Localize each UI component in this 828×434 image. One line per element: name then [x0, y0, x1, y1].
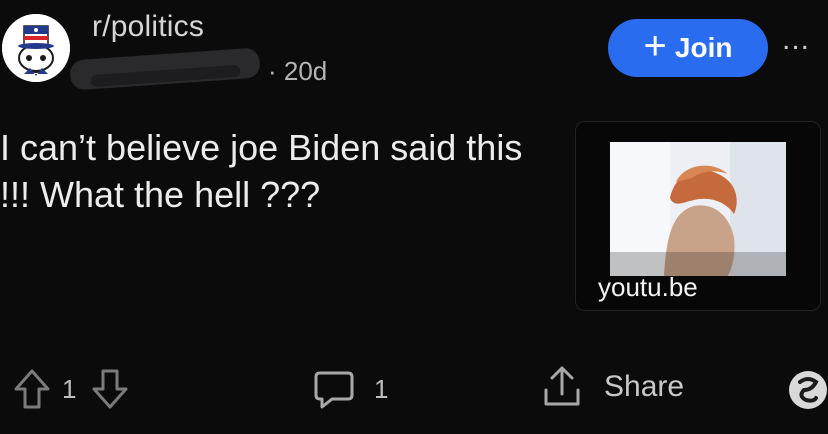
subreddit-avatar[interactable]: [2, 14, 70, 82]
video-thumbnail: [610, 142, 786, 276]
uncle-sam-snoo-icon: [2, 14, 70, 82]
share-label: Share: [604, 370, 685, 403]
post-header: r/politics · 20d + Join ...: [0, 0, 828, 100]
link-preview-card[interactable]: youtu.be: [575, 121, 821, 311]
action-bar: 1 1 Share: [0, 350, 828, 430]
downvote-icon[interactable]: [90, 367, 130, 411]
comment-count: 1: [374, 373, 389, 404]
join-button[interactable]: + Join: [608, 19, 768, 77]
link-domain: youtu.be: [598, 272, 698, 302]
post-title[interactable]: I can’t believe joe Biden said this !!! …: [0, 124, 560, 218]
award-icon[interactable]: [784, 364, 828, 414]
share-icon: [544, 366, 580, 406]
subreddit-name[interactable]: r/politics: [92, 10, 204, 44]
post-age: · 20d: [268, 56, 328, 86]
post-meta: · 20d: [69, 47, 330, 91]
join-label: Join: [674, 32, 733, 63]
comment-button[interactable]: 1: [312, 364, 388, 414]
comment-icon: [314, 371, 354, 409]
author-name-redacted: [69, 47, 261, 91]
vote-count: 1: [62, 373, 77, 404]
more-options-button[interactable]: ...: [782, 25, 822, 60]
vote-group: 1: [12, 364, 130, 414]
plus-icon: +: [643, 24, 667, 68]
upvote-icon[interactable]: [12, 367, 52, 411]
share-button[interactable]: Share: [540, 362, 684, 412]
